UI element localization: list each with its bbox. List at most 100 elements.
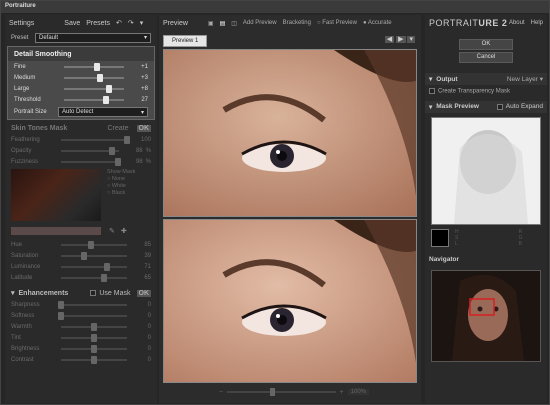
output-header[interactable]: ▾ Output New Layer ▾ <box>425 73 547 85</box>
slider-knob[interactable] <box>104 262 111 271</box>
zoom-out-icon[interactable]: − <box>219 389 223 396</box>
slider-knob[interactable] <box>58 300 64 309</box>
menu-chevron-icon[interactable]: ▾ <box>140 19 144 27</box>
slider-knob[interactable] <box>58 311 64 320</box>
skin-row: Opacity 88% <box>5 145 157 156</box>
hsl-slider[interactable] <box>61 273 127 282</box>
slider-knob[interactable] <box>100 273 107 282</box>
navigator-thumbnail[interactable] <box>431 269 541 362</box>
enh-ok-button[interactable]: OK <box>136 289 151 297</box>
accurate-radio[interactable]: ● Accurate <box>363 20 392 26</box>
redo-icon[interactable]: ↷ <box>128 19 134 27</box>
tab-menu-icon[interactable]: ▾ <box>407 36 415 43</box>
slider-knob[interactable] <box>108 146 115 155</box>
mask-option-none[interactable]: ○ None <box>107 176 135 183</box>
eyedropper-icon[interactable]: ✎ <box>109 227 115 239</box>
enhancement-slider[interactable] <box>58 300 127 309</box>
add-preview-button[interactable]: Add Preview <box>243 20 277 26</box>
skin-tones-title: Skin Tones Mask <box>11 124 68 132</box>
slider-knob[interactable] <box>103 95 109 104</box>
preset-select[interactable]: Default ▾ <box>35 32 151 43</box>
slider-knob[interactable] <box>87 240 94 249</box>
slider-knob[interactable] <box>124 135 130 144</box>
slider-knob[interactable] <box>106 84 112 93</box>
auto-expand-checkbox[interactable] <box>496 103 503 110</box>
skin-mode[interactable]: Create <box>107 125 128 132</box>
skin-slider[interactable] <box>61 146 119 155</box>
preview-original[interactable] <box>163 49 417 217</box>
split-view-icon[interactable]: ▤ <box>220 20 226 27</box>
output-select[interactable]: New Layer ▾ <box>507 75 543 83</box>
enhancement-slider[interactable] <box>58 311 127 320</box>
detail-slider[interactable] <box>64 95 124 104</box>
save-button[interactable]: Save <box>64 20 80 27</box>
single-view-icon[interactable]: ▣ <box>208 20 214 27</box>
presets-button[interactable]: Presets <box>86 20 110 27</box>
detail-slider[interactable] <box>64 62 124 71</box>
detail-slider[interactable] <box>64 73 124 82</box>
enhancement-slider[interactable] <box>61 322 127 331</box>
use-mask-checkbox[interactable] <box>90 290 97 296</box>
mask-preview-image <box>431 116 541 225</box>
about-button[interactable]: About <box>509 20 525 26</box>
zoom-slider[interactable] <box>227 388 336 396</box>
enhancement-label: Brightness <box>11 345 40 352</box>
skin-slider[interactable] <box>61 135 130 144</box>
preview-result[interactable] <box>163 219 417 383</box>
next-tab-icon[interactable]: ▶ <box>396 36 406 43</box>
hsl-slider[interactable] <box>61 251 127 260</box>
enhancement-slider[interactable] <box>61 355 127 364</box>
enhancement-row: Softness 0 <box>5 310 157 321</box>
settings-panel: Settings Save Presets ↶ ↷ ▾ Preset Defau… <box>5 15 157 403</box>
skin-tones-header[interactable]: Skin Tones Mask Create OK <box>5 122 157 134</box>
slider-knob[interactable] <box>91 322 97 331</box>
zoom-in-icon[interactable]: + <box>340 389 344 396</box>
transparency-row[interactable]: Create Transparency Mask <box>425 85 547 98</box>
prev-tab-icon[interactable]: ◀ <box>384 36 395 43</box>
skin-swatch <box>11 227 101 235</box>
hsl-value: 85 <box>144 241 151 248</box>
collapse-icon[interactable]: ▾ <box>429 75 432 83</box>
skin-slider[interactable] <box>61 157 121 166</box>
hsl-value: 65 <box>144 274 151 281</box>
slider-knob[interactable] <box>94 62 100 71</box>
bracketing-button[interactable]: Bracketing <box>283 20 311 26</box>
undo-icon[interactable]: ↶ <box>116 19 122 27</box>
collapse-icon[interactable]: ▾ <box>11 289 15 297</box>
detail-row: Medium +3 <box>8 72 154 83</box>
slider-knob[interactable] <box>114 157 121 166</box>
hsl-label: Luminance <box>11 263 41 270</box>
slider-knob[interactable] <box>91 344 97 353</box>
collapse-icon[interactable]: ▾ <box>429 103 432 111</box>
skin-color-picker[interactable] <box>11 169 101 221</box>
slider-knob[interactable] <box>81 251 88 260</box>
side-view-icon[interactable]: ◫ <box>231 20 237 27</box>
fast-preview-radio[interactable]: ○ Fast Preview <box>317 20 357 26</box>
slider-knob[interactable] <box>91 333 97 342</box>
transparency-checkbox[interactable] <box>429 88 435 94</box>
detail-row: Large +8 <box>8 83 154 94</box>
ok-button[interactable]: OK <box>459 39 513 50</box>
color-readout: HSL RGB <box>425 228 547 251</box>
zoom-value[interactable]: 100% <box>347 389 369 395</box>
tab-preview-1[interactable]: Preview 1 <box>163 35 208 47</box>
hsl-slider[interactable] <box>61 262 127 271</box>
detail-slider[interactable] <box>64 84 124 93</box>
enhancements-header[interactable]: ▾ Enhancements Use Mask OK <box>5 287 157 299</box>
slider-knob[interactable] <box>97 73 103 82</box>
hsl-slider[interactable] <box>61 240 127 249</box>
skin-ok-button[interactable]: OK <box>136 124 151 132</box>
portrait-size-select[interactable]: Auto Detect ▾ <box>58 107 148 117</box>
cancel-button[interactable]: Cancel <box>459 52 513 63</box>
mask-option-white[interactable]: ○ White <box>107 183 135 190</box>
enhancement-slider[interactable] <box>61 333 127 342</box>
enhancement-value: 0 <box>147 356 151 363</box>
eyedropper-plus-icon[interactable]: ✚ <box>121 227 127 239</box>
hsl-row: Latitude 65 <box>5 272 157 283</box>
mask-option-black[interactable]: ○ Black <box>107 190 135 197</box>
detail-smoothing-title: Detail Smoothing <box>8 47 154 61</box>
slider-knob[interactable] <box>91 355 97 364</box>
help-button[interactable]: Help <box>531 20 543 26</box>
mask-preview-header[interactable]: ▾ Mask Preview Auto Expand <box>425 100 547 113</box>
enhancement-slider[interactable] <box>61 344 127 353</box>
